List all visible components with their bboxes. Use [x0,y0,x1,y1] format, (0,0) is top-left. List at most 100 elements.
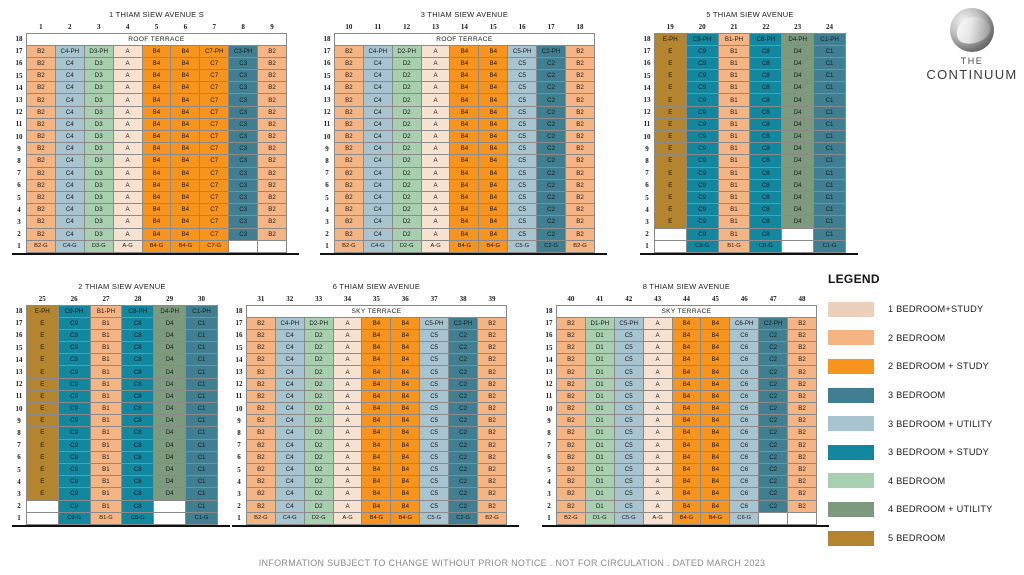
unit-cell[interactable]: C5 [613,414,644,428]
unit-cell[interactable]: D2 [303,377,334,391]
unit-cell[interactable]: A [112,93,143,107]
unit-cell[interactable]: B4 [478,166,509,180]
unit-cell[interactable]: C8 [749,56,783,71]
unit-cell[interactable]: B4 [449,129,480,144]
unit-cell[interactable]: C5 [507,142,538,156]
unit-cell[interactable]: C4 [54,129,85,144]
unit-cell[interactable]: B2 [555,328,586,343]
unit-cell[interactable]: A [642,414,673,428]
unit-cell[interactable]: C4 [362,166,393,180]
unit-cell[interactable]: B4 [170,166,201,180]
unit-cell[interactable]: C4 [54,105,85,119]
unit-cell[interactable]: B4 [671,438,702,452]
unit-cell[interactable]: C9 [685,81,719,95]
unit-cell[interactable]: D2 [391,203,422,217]
unit-cell[interactable]: A [112,44,143,58]
unit-cell[interactable]: B4 [141,93,172,107]
unit-cell[interactable]: B2 [565,190,595,205]
unit-cell[interactable]: C8 [121,499,155,513]
unit-cell[interactable]: B4 [390,328,421,343]
unit-cell[interactable]: B1 [717,178,751,192]
unit-cell[interactable]: C8 [749,129,783,144]
unit-cell[interactable]: C2 [536,203,567,217]
unit-cell[interactable]: D2 [303,426,334,440]
unit-cell[interactable]: A [642,426,673,440]
unit-cell[interactable]: A [112,105,143,119]
unit-cell[interactable]: C1 [185,389,218,404]
unit-cell[interactable]: C3 [228,93,259,107]
unit-cell[interactable]: C4 [362,129,393,144]
unit-cell[interactable]: D4 [153,487,187,501]
unit-cell[interactable]: A [420,154,451,168]
unit-cell[interactable]: D2 [391,215,422,229]
unit-cell[interactable]: B4 [141,154,172,168]
unit-cell[interactable]: C6 [729,499,760,513]
unit-cell[interactable]: C1 [813,154,846,168]
unit-cell[interactable]: B4 [671,414,702,428]
unit-cell[interactable]: B2 [25,93,56,107]
unit-cell[interactable]: C2 [536,69,567,83]
unit-cell[interactable]: B4 [361,353,392,367]
unit-cell[interactable]: C1 [813,129,846,144]
unit-cell[interactable]: B4 [390,499,421,513]
unit-cell[interactable]: B4 [361,438,392,452]
unit-cell[interactable]: B4 [361,365,392,379]
unit-cell[interactable]: A [112,129,143,144]
unit-cell[interactable]: A [112,56,143,71]
unit-cell[interactable]: C2 [536,129,567,144]
unit-cell[interactable]: C5 [613,426,644,440]
unit-cell[interactable]: C8 [121,426,155,440]
terrace-cell[interactable]: ROOF TERRACE [25,32,288,46]
unit-cell[interactable]: C2 [536,227,567,241]
unit-cell[interactable]: B4 [390,389,421,404]
unit-cell[interactable]: A [420,178,451,192]
unit-cell[interactable]: B2 [565,166,595,180]
unit-cell[interactable]: C2 [536,215,567,229]
unit-cell[interactable]: B4 [700,365,731,379]
unit-cell[interactable]: B4 [671,365,702,379]
unit-cell[interactable]: B2 [477,389,507,404]
unit-cell[interactable]: B4 [449,142,480,156]
unit-cell[interactable]: D2 [391,105,422,119]
unit-cell[interactable]: C4 [54,190,85,205]
unit-cell[interactable]: E [653,129,687,144]
unit-cell[interactable]: B4 [170,117,201,132]
unit-cell[interactable]: C8 [121,450,155,464]
unit-cell[interactable]: B4-G [700,511,731,525]
unit-cell[interactable]: B4 [170,105,201,119]
unit-cell[interactable]: C1 [185,328,218,343]
unit-cell[interactable]: C8 [121,462,155,477]
unit-cell[interactable]: B4 [700,426,731,440]
unit-cell[interactable]: C6 [729,426,760,440]
unit-cell[interactable]: C4 [362,215,393,229]
unit-cell[interactable]: B2 [25,178,56,192]
unit-cell[interactable]: B1-PH [717,32,751,46]
unit-cell[interactable]: D4 [781,117,815,132]
unit-cell[interactable]: C8 [121,401,155,416]
unit-cell[interactable]: B2 [25,69,56,83]
unit-cell[interactable]: B2 [477,462,507,477]
unit-cell[interactable]: C9 [685,154,719,168]
unit-cell[interactable]: C5 [507,56,538,71]
unit-cell[interactable]: C1 [185,316,218,330]
unit-cell[interactable]: C8 [749,81,783,95]
unit-cell[interactable]: C8 [121,328,155,343]
unit-cell[interactable]: C3-PH [228,44,259,58]
unit-cell[interactable]: A [420,203,451,217]
unit-cell[interactable]: C7 [199,154,230,168]
unit-cell[interactable]: C1 [185,462,218,477]
unit-cell[interactable]: E [653,117,687,132]
unit-cell[interactable]: C5 [419,414,450,428]
unit-cell[interactable]: D3 [83,81,114,95]
unit-cell[interactable]: B4 [449,81,480,95]
unit-cell[interactable]: C4 [54,69,85,83]
unit-cell[interactable]: C5 [419,353,450,367]
unit-cell[interactable]: B4 [449,154,480,168]
unit-cell[interactable]: B2 [555,487,586,501]
unit-cell[interactable]: C4-PH [274,316,305,330]
unit-cell[interactable]: B1-PH [89,304,123,318]
unit-cell[interactable]: B4 [700,450,731,464]
unit-cell[interactable]: D3 [83,178,114,192]
unit-cell[interactable]: E [653,69,687,83]
unit-cell[interactable]: B2 [257,117,287,132]
